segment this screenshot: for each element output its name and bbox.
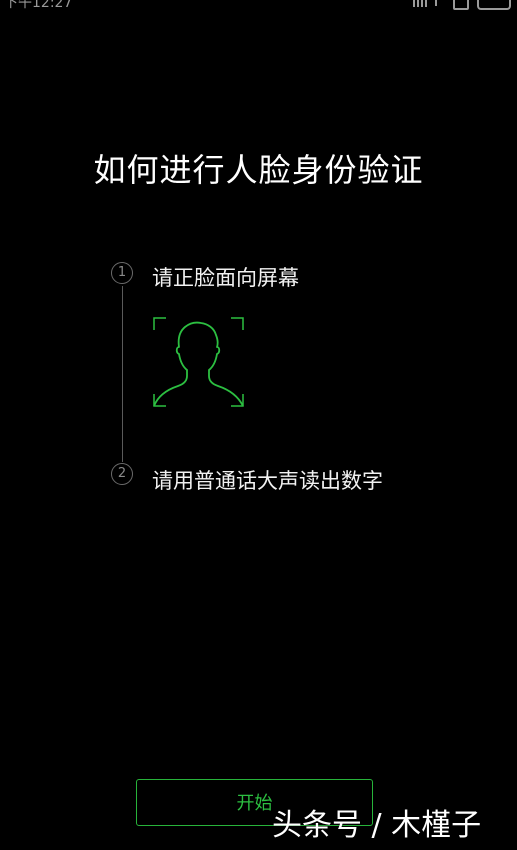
step-label-2: 请用普通话大声读出数字 xyxy=(152,469,383,493)
signal-icon xyxy=(413,0,427,7)
status-icons xyxy=(413,0,511,10)
face-outline-icon xyxy=(153,317,244,407)
step-number-2: 2 xyxy=(111,463,133,485)
watermark-text: 头条号 / 木槿子 xyxy=(272,808,482,843)
status-bar: 下午12:27 xyxy=(0,0,517,10)
page-title: 如何进行人脸身份验证 xyxy=(93,151,424,189)
battery-icon xyxy=(477,0,511,10)
step-timeline-line xyxy=(122,286,123,462)
step-label-1: 请正脸面向屏幕 xyxy=(152,266,299,290)
step-number-1: 1 xyxy=(111,262,133,284)
status-time: 下午12:27 xyxy=(4,0,73,10)
wifi-icon xyxy=(435,0,445,6)
sim-icon xyxy=(453,0,469,10)
